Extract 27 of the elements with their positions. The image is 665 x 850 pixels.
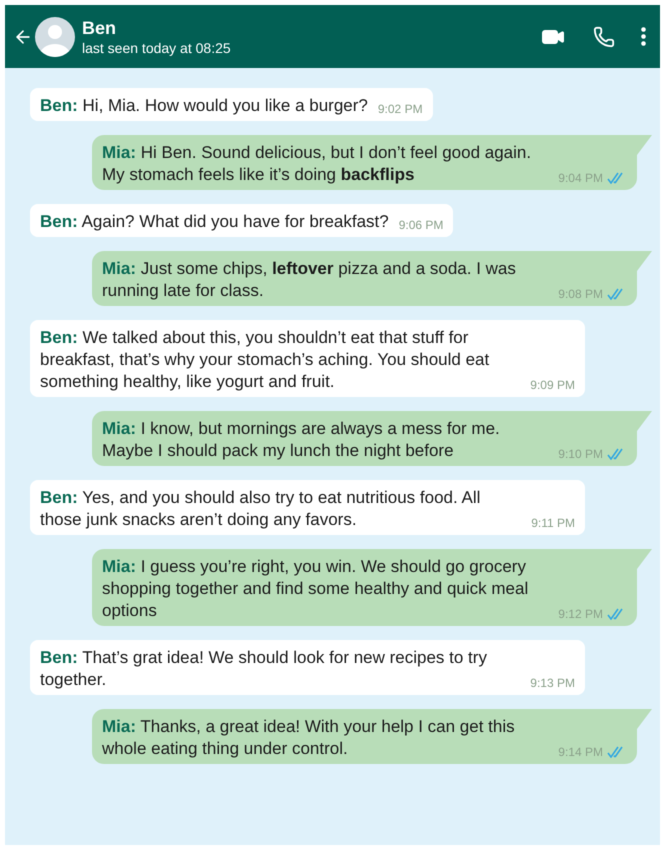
message-text: Ben: Again? What did you have for breakfast? [40,211,389,233]
message-text: Mia: Thanks, a great idea! With your help I can get this whole eating thing under control. [102,716,516,760]
message-time: 9:06 PM [398,217,444,234]
message-text: Mia: Just some chips, leftover pizza and a soda. I was running late for class. [102,258,517,302]
message-text: Ben: That’s grat idea! We should look for new recipes to try together. [40,647,488,691]
message-text: Mia: I know, but mornings are always a mess for me. Maybe I should pack my lunch the night before [102,418,501,462]
menu-icon [641,27,646,46]
message-text: Ben: Yes, and you should also try to eat nutritious food. All those junk snacks aren’t doing any favors. [40,487,482,531]
message-time: 9:09 PM [530,377,575,394]
contact-name: Ben [82,16,118,38]
message-text: Mia: Hi Ben. Sound delicious, but I don’t feel good again. My stomach feels like it’s doing backflips [102,142,532,186]
message-text: Ben: Hi, Mia. How would you like a burger? [40,95,368,117]
menu-button[interactable] [641,27,646,46]
message-time: 9:11 PM [531,515,575,532]
avatar-icon [35,16,75,56]
message-text: Mia: I guess you’re right, you win. We should go grocery shopping together and find some healthy and quick meal options [102,556,530,622]
message-time: 9:13 PM [530,675,575,692]
message-time: 9:02 PM [378,101,423,118]
voice-call-button[interactable] [593,26,615,48]
message-time: 9:10 PM [558,446,603,463]
message-time: 9:12 PM [558,606,603,623]
last-seen-status: last seen today at 08:25 [82,38,232,56]
message-text: Ben: We talked about this, you shouldn’t eat that stuff for breakfast, that’s why your stomach’s aching. You should eat something healthy, like yogurt and fruit. [40,327,490,393]
phone-icon [593,26,615,48]
message-time: 9:08 PM [558,286,603,303]
message-time: 9:04 PM [558,170,603,187]
message-time: 9:14 PM [558,744,603,761]
